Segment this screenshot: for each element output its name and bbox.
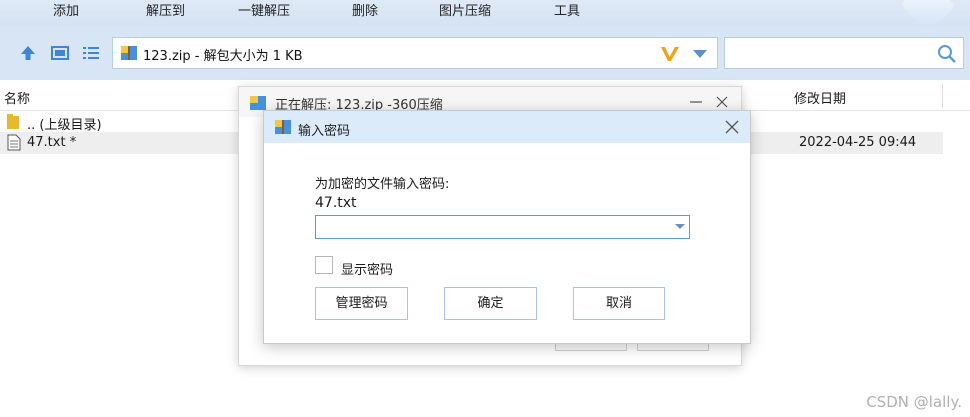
list-item-date: 2022-04-25 09:44 <box>799 135 917 150</box>
watermark: CSDN @lally. <box>866 393 962 411</box>
toolbar-image-compress-button[interactable]: 图片压缩 <box>439 0 491 19</box>
folder-icon <box>7 114 19 129</box>
password-dialog-title: 输入密码 <box>298 124 351 139</box>
list-item-label: 47.txt * <box>27 135 77 150</box>
list-item-label: .. (上级目录) <box>27 118 102 133</box>
toolbar-delete-button[interactable]: 删除 <box>352 0 378 19</box>
up-arrow-icon[interactable] <box>18 43 38 63</box>
minimize-icon[interactable] <box>689 95 703 109</box>
show-password-checkbox[interactable] <box>315 256 333 274</box>
main-toolbar: 添加 解压到 一键解压 删除 图片压缩 工具 <box>0 0 970 33</box>
column-divider[interactable] <box>942 84 943 108</box>
chevron-down-icon[interactable] <box>693 50 707 58</box>
list-view-icon[interactable] <box>81 43 101 63</box>
password-dialog: 输入密码 为加密的文件输入密码: 47.txt 显示密码 管理密码 确定 取消 <box>263 110 751 344</box>
toolbar-one-click-extract-button[interactable]: 一键解压 <box>238 0 290 19</box>
close-icon[interactable] <box>722 117 742 137</box>
search-icon[interactable] <box>937 44 957 64</box>
search-input[interactable] <box>724 37 964 69</box>
text-file-icon <box>7 134 21 151</box>
show-password-label[interactable]: 显示密码 <box>341 259 393 278</box>
address-path: 123.zip - 解包大小为 1 KB <box>143 49 303 64</box>
thumbnail-view-icon[interactable] <box>50 43 70 63</box>
encrypted-filename: 47.txt <box>315 195 357 211</box>
ok-button[interactable]: 确定 <box>444 287 537 320</box>
password-field[interactable] <box>315 215 690 239</box>
password-prompt: 为加密的文件输入密码: <box>315 177 450 192</box>
manage-passwords-button[interactable]: 管理密码 <box>315 287 408 320</box>
address-row: 123.zip - 解包大小为 1 KB <box>0 26 970 80</box>
verified-v-icon <box>661 47 679 61</box>
password-input[interactable] <box>316 216 674 238</box>
close-icon[interactable] <box>715 95 729 109</box>
toolbar-extract-to-button[interactable]: 解压到 <box>146 0 185 19</box>
zip-archive-icon <box>275 120 291 134</box>
chevron-down-icon[interactable] <box>675 224 685 229</box>
password-dialog-titlebar: 输入密码 <box>264 111 750 143</box>
address-bar[interactable]: 123.zip - 解包大小为 1 KB <box>112 37 718 69</box>
zip-archive-icon <box>121 46 137 60</box>
toolbar-add-button[interactable]: 添加 <box>53 0 79 19</box>
column-date-header[interactable]: 修改日期 <box>794 88 846 107</box>
column-name-header[interactable]: 名称 <box>4 88 30 107</box>
cancel-button[interactable]: 取消 <box>573 287 665 320</box>
toolbar-tools-button[interactable]: 工具 <box>554 0 580 19</box>
